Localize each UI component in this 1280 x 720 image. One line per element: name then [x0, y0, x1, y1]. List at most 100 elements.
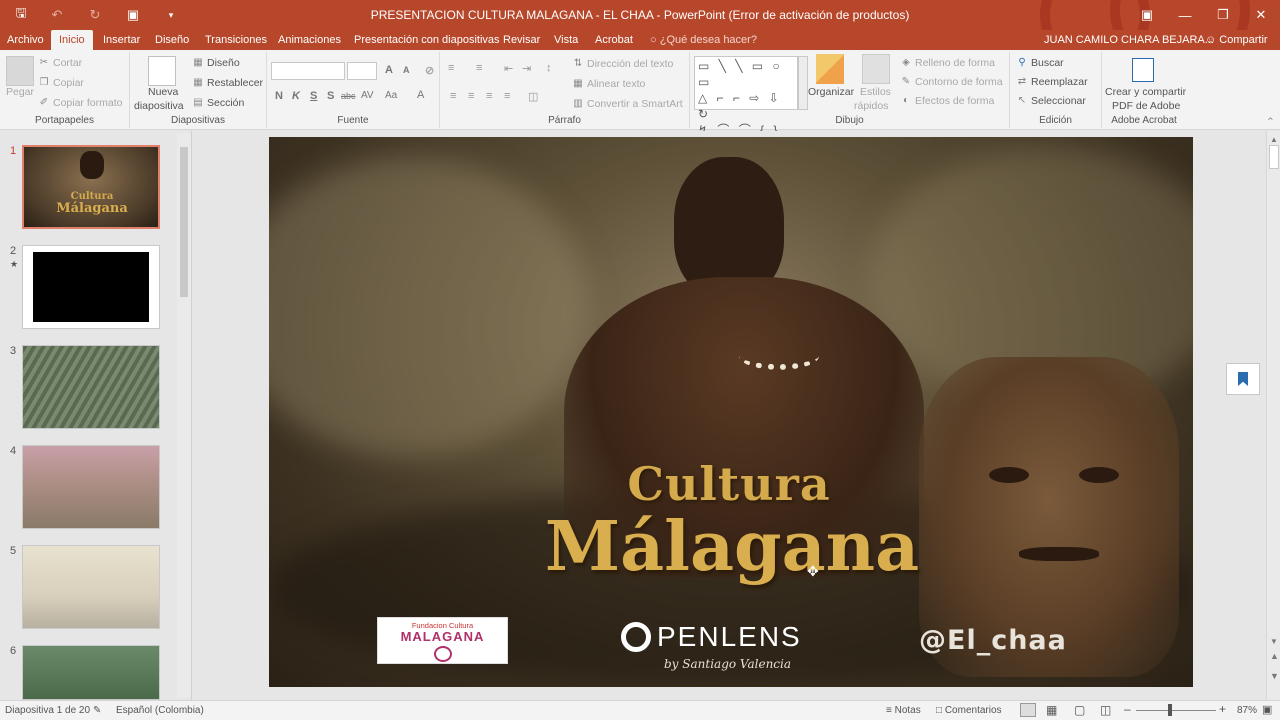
quick-styles-label-2[interactable]: rápidos	[854, 100, 888, 112]
create-pdf-label-2[interactable]: PDF de Adobe	[1112, 100, 1180, 112]
line-spacing-icon[interactable]: ↕	[546, 62, 552, 74]
change-case-button[interactable]: Aa	[385, 90, 397, 101]
paste-icon[interactable]	[6, 56, 34, 86]
thumbnail-slide-4[interactable]	[22, 445, 160, 529]
previous-slide-icon[interactable]: ▲	[1270, 651, 1279, 661]
slide-scrollbar[interactable]: ▲ ▼ ▲ ▼	[1266, 131, 1280, 700]
smartart-button[interactable]: ▥ Convertir a SmartArt	[572, 98, 682, 110]
paste-button[interactable]: Pegar	[6, 86, 34, 98]
cut-button[interactable]: ✂ Cortar	[38, 57, 82, 69]
zoom-slider[interactable]	[1136, 710, 1216, 711]
create-pdf-icon[interactable]	[1132, 58, 1154, 82]
comments-button[interactable]: □ Comentarios	[936, 705, 1002, 716]
shape-effects-button[interactable]: ◐ Efectos de forma	[900, 95, 994, 107]
quick-styles-label-1[interactable]: Estilos	[860, 86, 891, 98]
next-slide-icon[interactable]: ▼	[1270, 671, 1279, 681]
font-size-input[interactable]	[347, 62, 377, 80]
normal-view-icon[interactable]	[1020, 703, 1036, 717]
minimize-icon[interactable]: —	[1166, 0, 1204, 30]
format-painter-button[interactable]: ✐ Copiar formato	[38, 97, 123, 109]
language-indicator[interactable]: Español (Colombia)	[116, 705, 204, 716]
slide-scroll-thumb[interactable]	[1269, 145, 1279, 169]
tab-transiciones[interactable]: Transiciones	[205, 30, 267, 50]
social-handle[interactable]: @El_chaa	[919, 625, 1067, 656]
collapse-ribbon-icon[interactable]: ⌃	[1266, 116, 1275, 128]
new-slide-label-2[interactable]: diapositiva	[134, 100, 184, 112]
tab-animaciones[interactable]: Animaciones	[278, 30, 341, 50]
zoom-out-icon[interactable]: –	[1124, 702, 1131, 716]
italic-button[interactable]: K	[292, 90, 300, 102]
layout-button[interactable]: ▦ Diseño	[192, 57, 239, 69]
grow-font-button[interactable]: A	[385, 64, 393, 76]
decrease-indent-icon[interactable]: ⇤	[504, 62, 513, 75]
user-name[interactable]: JUAN CAMILO CHARA BEJARA...	[1044, 30, 1214, 50]
scroll-up-icon[interactable]: ▲	[1270, 135, 1278, 144]
shape-outline-button[interactable]: ✎ Contorno de forma	[900, 76, 1003, 88]
thumbnail-slide-6[interactable]	[22, 645, 160, 700]
new-slide-icon[interactable]	[148, 56, 176, 86]
copy-button[interactable]: ❐ Copiar	[38, 77, 84, 89]
reading-view-icon[interactable]: ▢	[1074, 703, 1085, 717]
tab-archivo[interactable]: Archivo	[7, 30, 44, 50]
slideshow-view-icon[interactable]: ◫	[1100, 703, 1111, 717]
notes-button[interactable]: ≡ Notas	[886, 705, 921, 716]
quick-styles-icon[interactable]	[862, 54, 890, 84]
align-right-icon[interactable]: ≡	[486, 90, 492, 102]
align-center-icon[interactable]: ≡	[468, 90, 474, 102]
tab-revisar[interactable]: Revisar	[503, 30, 540, 50]
columns-icon[interactable]: ◫	[528, 90, 538, 103]
select-button[interactable]: ↖ Seleccionar	[1016, 95, 1086, 107]
section-button[interactable]: ▤ Sección	[192, 97, 244, 109]
find-button[interactable]: ⚲ Buscar	[1016, 57, 1063, 69]
slide-title-line-1[interactable]: Cultura	[599, 457, 859, 511]
bookmark-button[interactable]	[1226, 363, 1260, 395]
slide-sorter-icon[interactable]: ▦	[1046, 703, 1057, 717]
ribbon-display-icon[interactable]: ▣	[1128, 0, 1166, 30]
reset-button[interactable]: ▦ Restablecer	[192, 77, 263, 89]
thumbnail-slide-3[interactable]	[22, 345, 160, 429]
arrange-button[interactable]: Organizar	[808, 86, 854, 98]
thumbnail-slide-1[interactable]: Cultura Málagana	[22, 145, 160, 229]
font-color-button[interactable]: A	[417, 89, 424, 101]
slide-1[interactable]: Cultura Málagana Fundacion Cultura MALAG…	[269, 137, 1193, 687]
spelling-icon[interactable]: ✎	[93, 705, 101, 716]
zoom-level[interactable]: 87%	[1237, 705, 1257, 716]
fundacion-logo[interactable]: Fundacion Cultura MALAGANA	[377, 617, 508, 664]
penlens-logo[interactable]: PENLENS	[621, 621, 802, 653]
thumbnail-scrollbar[interactable]	[177, 133, 191, 698]
numbering-icon[interactable]: ≡	[476, 62, 482, 74]
shrink-font-button[interactable]: A	[403, 65, 410, 75]
shadow-button[interactable]: S	[327, 90, 334, 102]
tab-acrobat[interactable]: Acrobat	[595, 30, 633, 50]
underline-button[interactable]: S	[310, 90, 317, 102]
bold-button[interactable]: N	[275, 90, 283, 102]
restore-icon[interactable]: ❐	[1204, 0, 1242, 30]
tab-inicio[interactable]: Inicio	[51, 30, 93, 50]
replace-button[interactable]: ⇄ Reemplazar	[1016, 76, 1088, 88]
create-pdf-label-1[interactable]: Crear y compartir	[1105, 86, 1186, 98]
tab-vista[interactable]: Vista	[554, 30, 578, 50]
zoom-in-icon[interactable]: +	[1219, 702, 1226, 716]
shapes-gallery[interactable]: ▭ ╲ ╲ ▭ ○ ▭△ ⌐ ⌐ ⇨ ⇩ ↻↯ ⌒ ⌒ { } ☆	[694, 56, 798, 153]
scroll-down-icon[interactable]: ▼	[1270, 637, 1278, 646]
tell-me-box[interactable]: ○ ¿Qué desea hacer?	[650, 30, 757, 50]
text-direction-button[interactable]: ⇅ Dirección del texto	[572, 58, 674, 70]
tab-insertar[interactable]: Insertar	[103, 30, 140, 50]
slide-title-line-2[interactable]: Málagana	[507, 507, 957, 587]
align-text-button[interactable]: ▦ Alinear texto	[572, 78, 645, 90]
share-button[interactable]: ☺ Compartir	[1205, 30, 1268, 50]
close-icon[interactable]: ✕	[1242, 0, 1280, 30]
new-slide-label-1[interactable]: Nueva	[148, 86, 178, 98]
font-name-input[interactable]	[271, 62, 345, 80]
arrange-icon[interactable]	[816, 54, 844, 84]
fit-to-window-icon[interactable]: ▣	[1262, 703, 1272, 716]
thumbnail-scroll-thumb[interactable]	[180, 147, 188, 297]
clear-format-icon[interactable]: ⊘	[425, 64, 434, 77]
thumbnail-slide-2[interactable]	[22, 245, 160, 329]
zoom-slider-thumb[interactable]	[1168, 704, 1172, 716]
justify-icon[interactable]: ≡	[504, 90, 510, 102]
align-left-icon[interactable]: ≡	[450, 90, 456, 102]
strikethrough-button[interactable]: abc	[341, 91, 356, 101]
shape-fill-button[interactable]: ◈ Relleno de forma	[900, 57, 995, 69]
bullets-icon[interactable]: ≡	[448, 62, 454, 74]
